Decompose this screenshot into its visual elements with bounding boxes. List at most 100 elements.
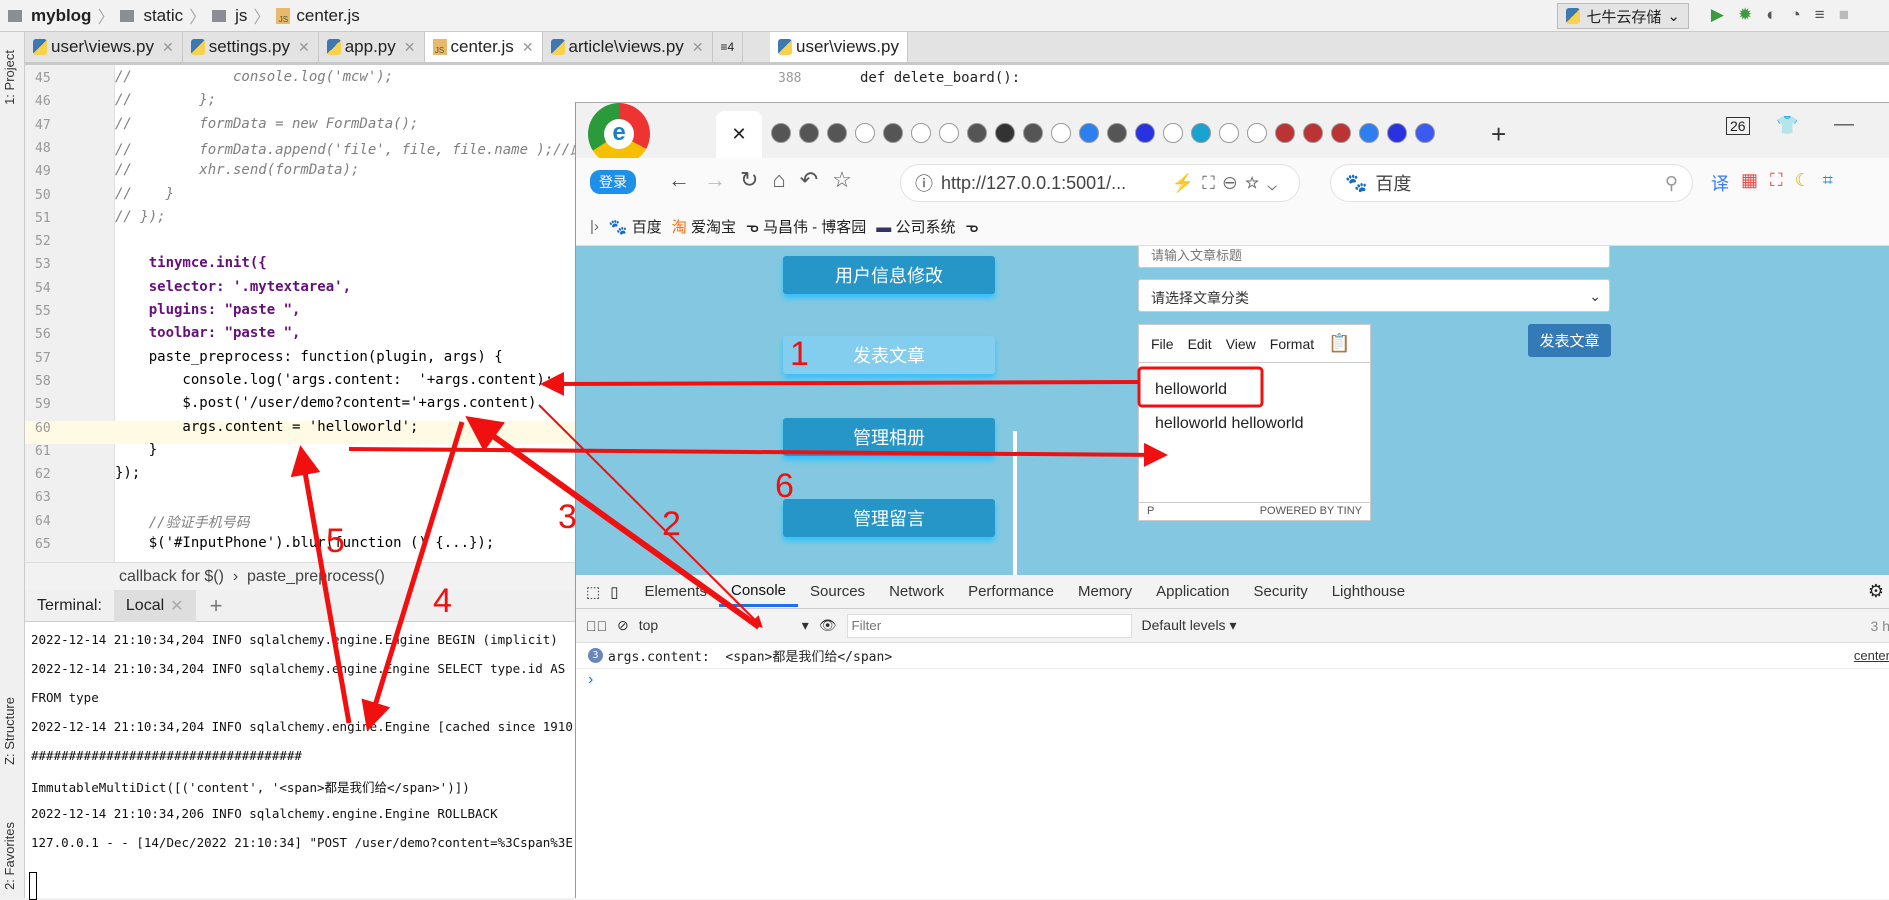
devtools-tab-security[interactable]: Security <box>1242 577 1320 607</box>
live-expression-icon[interactable]: 👁 <box>819 617 837 634</box>
bookmark-cnblogs[interactable]: ᓀ 马昌伟 - 博客园 <box>746 216 866 237</box>
crumb-function[interactable]: paste_preprocess() <box>247 568 385 585</box>
devtools-tab-sources[interactable]: Sources <box>798 577 877 607</box>
close-icon[interactable]: ✕ <box>162 39 174 56</box>
publish-article-nav-button[interactable]: 发表文章 <box>783 336 995 374</box>
screenshot-icon[interactable]: ⌗ <box>1823 170 1833 196</box>
tab-favicon[interactable] <box>827 123 847 143</box>
menu-view[interactable]: View <box>1226 336 1256 352</box>
clear-console-icon[interactable]: ⊘ <box>617 617 629 634</box>
devtools-tab-application[interactable]: Application <box>1144 577 1241 607</box>
close-icon[interactable]: ✕ <box>522 39 534 56</box>
run-icon[interactable]: ▶ <box>1711 5 1724 25</box>
search-box[interactable]: 🐾 百度 ⚲ <box>1330 164 1693 202</box>
project-tool-button[interactable]: 1: Project <box>2 50 17 105</box>
tab-favicon[interactable] <box>855 123 875 143</box>
tab-favicon[interactable] <box>1023 123 1043 143</box>
tab-count-badge[interactable]: 26 <box>1726 117 1750 135</box>
console-prompt[interactable]: › <box>576 669 1889 691</box>
apps-icon[interactable]: ▦ <box>1741 170 1758 196</box>
tab-favicon[interactable] <box>883 123 903 143</box>
editor-body[interactable]: helloworld helloworld helloworld <box>1139 363 1370 433</box>
forward-icon[interactable]: → <box>704 167 740 192</box>
tab-favicon[interactable] <box>1247 123 1267 143</box>
sidebar-toggle-icon[interactable]: |› <box>590 218 599 235</box>
home-icon[interactable]: ⌂ <box>772 167 799 192</box>
manage-album-button[interactable]: 管理相册 <box>783 418 995 456</box>
tab-favicon[interactable] <box>1275 123 1295 143</box>
tab-overflow-button[interactable]: ≡4 <box>713 32 744 62</box>
source-link[interactable]: center <box>1854 648 1889 663</box>
article-title-input[interactable] <box>1138 246 1610 268</box>
publish-button[interactable]: 发表文章 <box>1528 324 1611 357</box>
context-select[interactable]: top ▾ <box>639 617 809 634</box>
favorites-tool-button[interactable]: 2: Favorites <box>2 822 17 890</box>
url-actions[interactable]: ⚡⛶⊖☆⌄ <box>1172 173 1285 194</box>
close-icon[interactable]: ✕ <box>404 39 416 56</box>
console-filter-input[interactable] <box>846 613 1132 638</box>
concurrency-icon[interactable]: ≡ <box>1815 5 1825 25</box>
tab-favicon[interactable] <box>939 123 959 143</box>
tab-favicon[interactable] <box>1079 123 1099 143</box>
menu-file[interactable]: File <box>1151 336 1174 352</box>
tab-center-js[interactable]: JS center.js ✕ <box>424 32 543 62</box>
menu-format[interactable]: Format <box>1270 336 1314 352</box>
bookmark-aitaobao[interactable]: 淘 爱淘宝 <box>672 216 736 237</box>
undo-icon[interactable]: ↶ <box>800 167 832 192</box>
tab-article-views[interactable]: article\views.py ✕ <box>543 32 713 62</box>
bookmark-company[interactable]: ▬ 公司系统 <box>876 216 955 237</box>
terminal-panel[interactable]: Terminal: Local ✕ + 2022-12-14 21:10:34,2… <box>25 589 580 900</box>
back-icon[interactable]: ← <box>668 167 704 192</box>
tab-favicon[interactable] <box>967 123 987 143</box>
structure-tool-button[interactable]: Z: Structure <box>2 697 17 765</box>
tab-favicon[interactable] <box>1135 123 1155 143</box>
new-terminal-button[interactable]: + <box>196 593 237 619</box>
crumb-static[interactable]: static <box>143 6 183 26</box>
login-button[interactable]: 登录 <box>590 170 636 194</box>
run-config-select[interactable]: 七牛云存储 ⌄ <box>1557 3 1689 29</box>
manage-messages-button[interactable]: 管理留言 <box>783 499 995 537</box>
tab-favicon[interactable] <box>1303 123 1323 143</box>
tab-favicon[interactable] <box>1107 123 1127 143</box>
settings-gear-icon[interactable]: ⚙ <box>1868 581 1884 602</box>
inspect-icon[interactable]: ⬚ <box>586 583 600 601</box>
rich-text-editor[interactable]: File Edit View Format 📋 helloworld helloworld… <box>1138 324 1371 521</box>
tab-favicon[interactable] <box>771 123 791 143</box>
tab-settings[interactable]: settings.py ✕ <box>183 32 319 62</box>
sidebar-toggle-icon[interactable]: ▶⃞ <box>586 618 607 634</box>
tab-favicon[interactable] <box>1191 123 1211 143</box>
pdf-icon[interactable]: ⛶ <box>1770 170 1783 196</box>
search-icon[interactable]: ⚲ <box>1665 173 1678 194</box>
powered-by[interactable]: POWERED BY TINY <box>1260 505 1362 518</box>
right-editor[interactable]: 388 def delete_board(): <box>770 65 1889 105</box>
stop-icon[interactable]: ■ <box>1839 5 1849 25</box>
crumb-js[interactable]: js <box>235 6 247 26</box>
tab-favicon[interactable] <box>1051 123 1071 143</box>
reload-icon[interactable]: ↻ <box>740 167 772 192</box>
device-toolbar-icon[interactable]: ▯ <box>610 583 618 601</box>
user-info-edit-button[interactable]: 用户信息修改 <box>783 256 995 294</box>
tab-favicon[interactable] <box>1359 123 1379 143</box>
devtools-tab-memory[interactable]: Memory <box>1066 577 1144 607</box>
close-icon[interactable]: ✕ <box>298 39 310 56</box>
tab-favicon[interactable] <box>995 123 1015 143</box>
tab-favicon[interactable] <box>911 123 931 143</box>
tab-app[interactable]: app.py ✕ <box>319 32 425 62</box>
crumb-file[interactable]: center.js <box>296 6 359 26</box>
url-bar[interactable]: ⓘ http://127.0.0.1:5001/... ⚡⛶⊖☆⌄ <box>900 164 1300 202</box>
crumb-callback[interactable]: callback for $() <box>119 568 224 585</box>
terminal-tab-local[interactable]: Local ✕ <box>113 589 196 622</box>
night-mode-icon[interactable]: ☾ <box>1795 170 1811 196</box>
debug-icon[interactable]: ✹ <box>1738 5 1752 25</box>
info-icon[interactable]: ⓘ <box>915 170 933 196</box>
menu-edit[interactable]: Edit <box>1188 336 1212 352</box>
tab-favicon[interactable] <box>1219 123 1239 143</box>
crumb-project[interactable]: myblog <box>31 6 91 26</box>
category-select[interactable]: 请选择文章分类 ⌄ <box>1138 279 1610 312</box>
tab-favicon[interactable] <box>1331 123 1351 143</box>
translate-icon[interactable]: 译 <box>1711 170 1729 196</box>
close-icon[interactable]: ✕ <box>170 596 183 616</box>
tab-user-views-right[interactable]: user\views.py <box>770 32 908 62</box>
bookmark-cnblogs-2[interactable]: ᓀ <box>965 218 978 236</box>
log-levels-select[interactable]: Default levels ▾ <box>1142 617 1237 634</box>
